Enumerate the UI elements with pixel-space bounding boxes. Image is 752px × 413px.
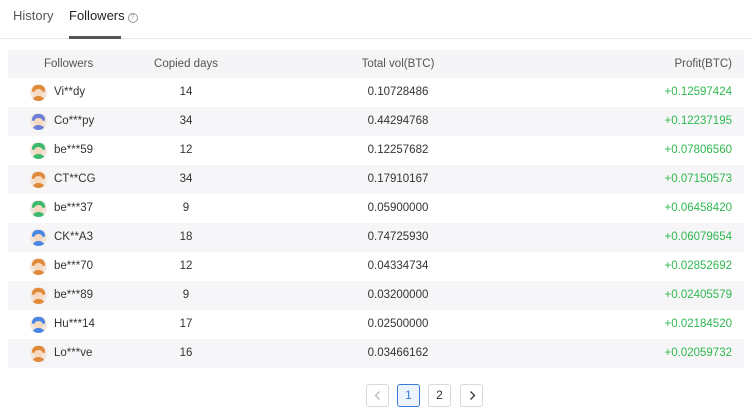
followers-table: Followers Copied days Total vol(BTC) Pro… xyxy=(8,50,744,368)
avatar-body xyxy=(32,357,45,362)
avatar-body xyxy=(32,299,45,304)
profit: +0.06458420 xyxy=(664,202,732,214)
table-row: CK**A3 18 0.74725930 +0.06079654 xyxy=(8,223,744,252)
profit: +0.02184520 xyxy=(664,318,732,330)
profit: +0.02059732 xyxy=(664,347,732,359)
question-icon[interactable]: ? xyxy=(127,13,138,23)
page-2-button[interactable]: 2 xyxy=(428,384,451,407)
copied-days: 16 xyxy=(179,347,193,359)
tab-followers-label: Followers xyxy=(69,8,125,23)
avatar-body xyxy=(32,125,45,130)
avatar xyxy=(30,113,47,130)
profit: +0.02852692 xyxy=(664,260,732,272)
copied-days: 12 xyxy=(179,144,193,156)
avatar-body xyxy=(32,328,45,333)
profit: +0.06079654 xyxy=(664,231,732,243)
chevron-right-icon xyxy=(469,391,475,400)
next-page-button[interactable] xyxy=(460,384,483,407)
tab-bar: History Followers? xyxy=(0,0,752,39)
profit: +0.12237195 xyxy=(664,115,732,127)
profit: +0.07150573 xyxy=(664,173,732,185)
copied-days: 18 xyxy=(179,231,193,243)
avatar xyxy=(30,84,47,101)
follower-name: Hu***14 xyxy=(54,318,95,330)
profit: +0.07806560 xyxy=(664,144,732,156)
follower-name: be***89 xyxy=(54,289,94,301)
table-row: be***59 12 0.12257682 +0.07806560 xyxy=(8,136,744,165)
table-row: CT**CG 34 0.17910167 +0.07150573 xyxy=(8,165,744,194)
total-vol: 0.03466162 xyxy=(367,347,429,359)
table-row: Lo***ve 16 0.03466162 +0.02059732 xyxy=(8,339,744,368)
avatar-body xyxy=(32,212,45,217)
total-vol: 0.02500000 xyxy=(367,318,429,330)
total-vol: 0.44294768 xyxy=(367,115,429,127)
follower-name: Lo***ve xyxy=(54,347,93,359)
copied-days: 34 xyxy=(179,115,193,127)
avatar xyxy=(30,171,47,188)
total-vol: 0.74725930 xyxy=(367,231,429,243)
avatar-body xyxy=(32,96,45,101)
avatar xyxy=(30,316,47,333)
table-row: be***37 9 0.05900000 +0.06458420 xyxy=(8,194,744,223)
profit: +0.02405579 xyxy=(664,289,732,301)
avatar xyxy=(30,200,47,217)
avatar xyxy=(30,142,47,159)
header-copied-days: Copied days xyxy=(154,58,218,70)
table-body: Vi**dy 14 0.10728486 +0.12597424 Co***py 34 0.… xyxy=(8,78,744,368)
avatar-body xyxy=(32,154,45,159)
total-vol: 0.17910167 xyxy=(367,173,429,185)
pagination: 1 2 xyxy=(0,384,752,408)
profit: +0.12597424 xyxy=(664,86,732,98)
avatar xyxy=(30,345,47,362)
avatar xyxy=(30,229,47,246)
tab-followers[interactable]: Followers? xyxy=(69,8,138,23)
copied-days: 34 xyxy=(179,173,193,185)
copied-days: 17 xyxy=(179,318,193,330)
follower-name: CT**CG xyxy=(54,173,96,185)
active-tab-indicator xyxy=(69,36,121,39)
follower-name: be***59 xyxy=(54,144,94,156)
chevron-left-icon xyxy=(374,391,380,400)
follower-name: Co***py xyxy=(54,115,95,127)
avatar-body xyxy=(32,270,45,275)
avatar-body xyxy=(32,183,45,188)
header-profit: Profit(BTC) xyxy=(674,58,733,70)
table-row: Hu***14 17 0.02500000 +0.02184520 xyxy=(8,310,744,339)
header-followers: Followers xyxy=(44,58,94,70)
copied-days: 9 xyxy=(182,289,190,301)
page-1-button[interactable]: 1 xyxy=(397,384,420,407)
avatar-body xyxy=(32,241,45,246)
copied-days: 12 xyxy=(179,260,193,272)
total-vol: 0.03200000 xyxy=(367,289,429,301)
total-vol: 0.05900000 xyxy=(367,202,429,214)
prev-page-button[interactable] xyxy=(366,384,389,407)
avatar xyxy=(30,287,47,304)
follower-name: CK**A3 xyxy=(54,231,93,243)
header-total-vol: Total vol(BTC) xyxy=(361,58,435,70)
total-vol: 0.04334734 xyxy=(367,260,429,272)
table-row: Co***py 34 0.44294768 +0.12237195 xyxy=(8,107,744,136)
total-vol: 0.10728486 xyxy=(367,86,429,98)
total-vol: 0.12257682 xyxy=(367,144,429,156)
tab-history[interactable]: History xyxy=(13,8,53,23)
table-row: be***70 12 0.04334734 +0.02852692 xyxy=(8,252,744,281)
copied-days: 9 xyxy=(182,202,190,214)
table-header: Followers Copied days Total vol(BTC) Pro… xyxy=(8,50,744,78)
avatar xyxy=(30,258,47,275)
follower-name: be***37 xyxy=(54,202,94,214)
table-row: be***89 9 0.03200000 +0.02405579 xyxy=(8,281,744,310)
follower-name: Vi**dy xyxy=(54,86,86,98)
table-row: Vi**dy 14 0.10728486 +0.12597424 xyxy=(8,78,744,107)
copied-days: 14 xyxy=(179,86,193,98)
follower-name: be***70 xyxy=(54,260,94,272)
